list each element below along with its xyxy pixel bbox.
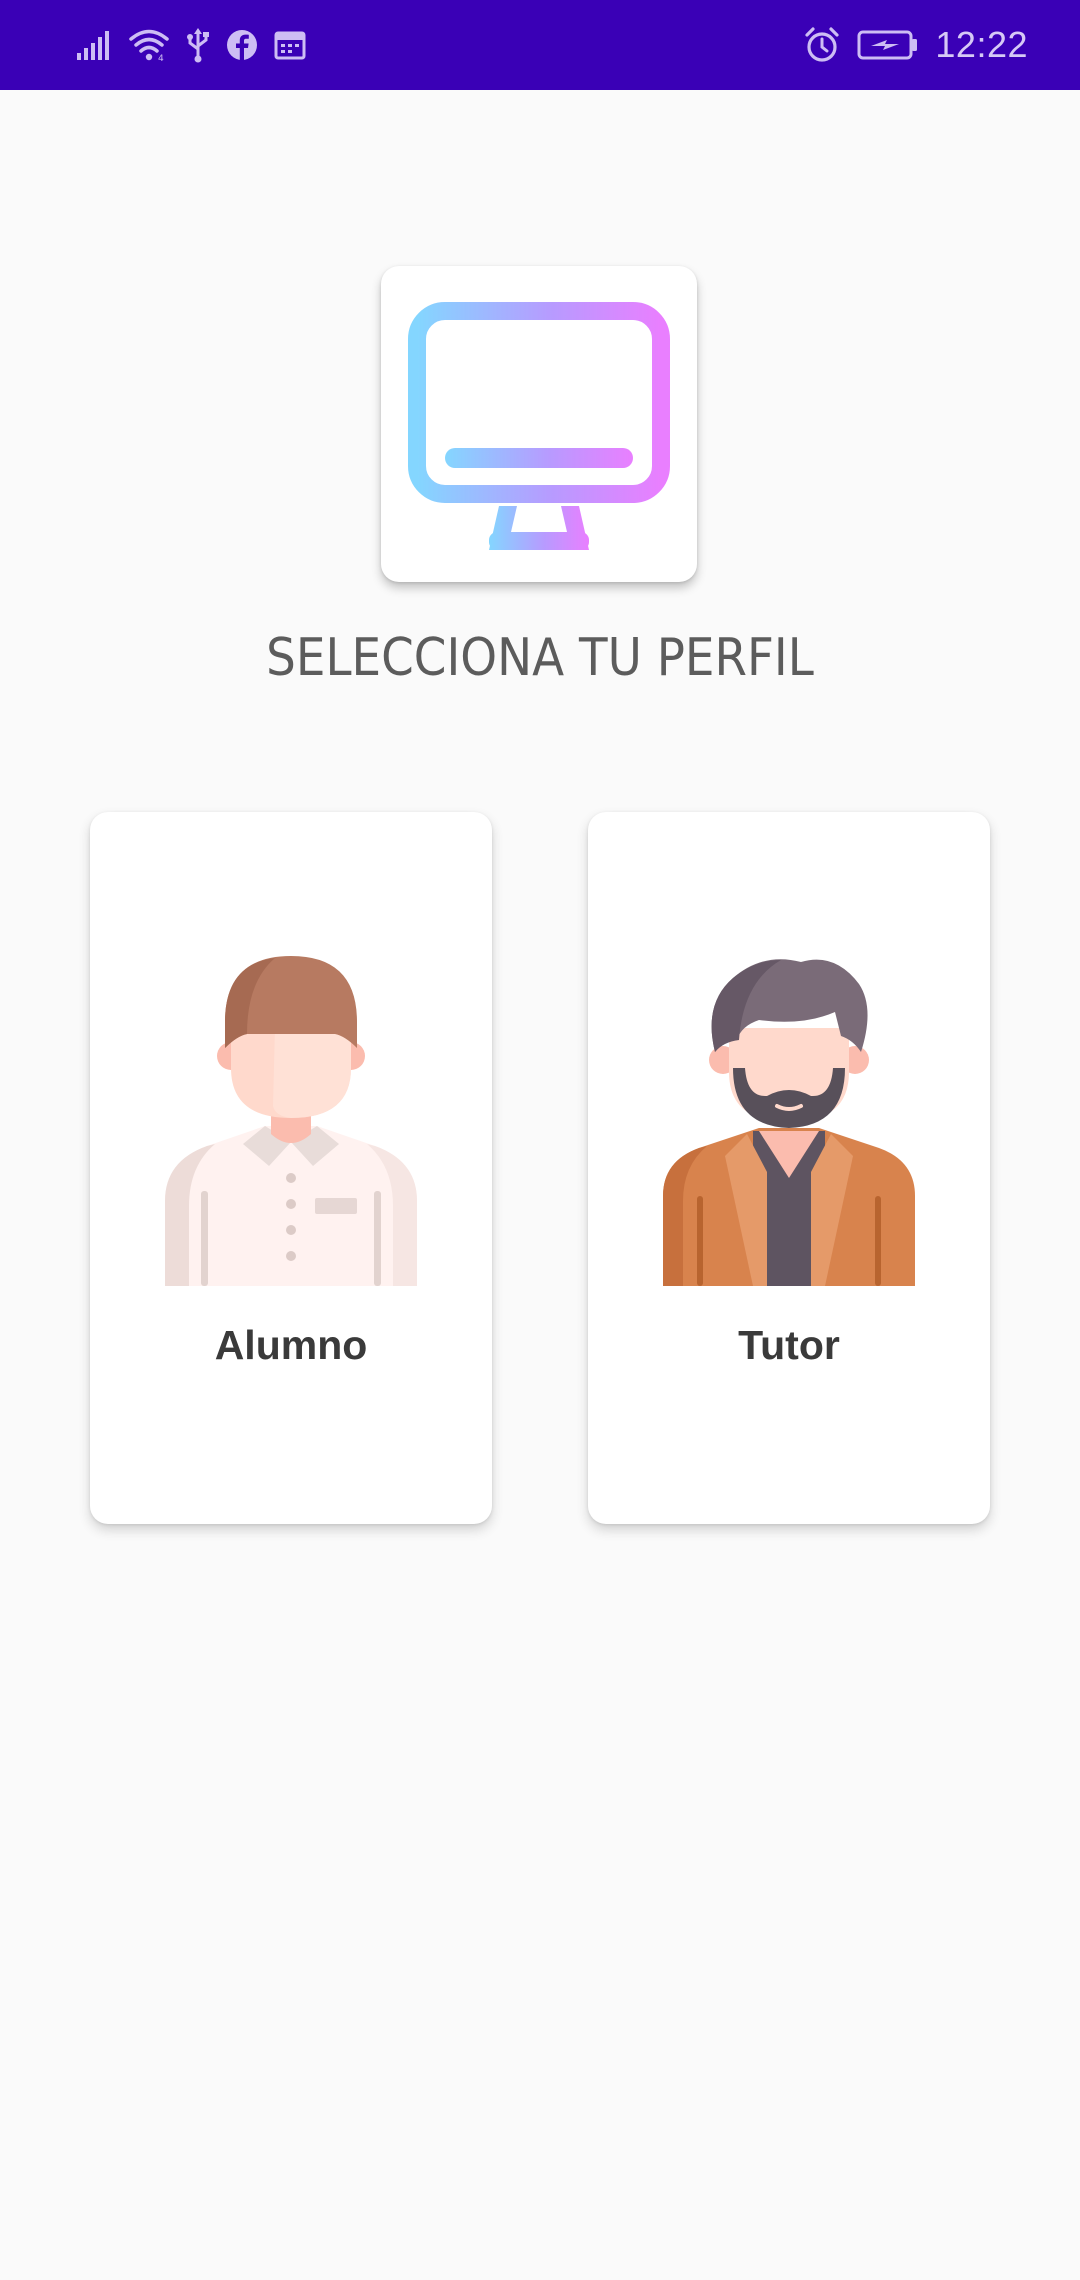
usb-icon <box>186 27 210 63</box>
alarm-icon <box>803 26 841 64</box>
svg-text:4: 4 <box>158 54 164 62</box>
tutor-avatar-icon <box>663 959 915 1286</box>
wifi-icon: 4 <box>128 28 170 62</box>
profile-label-alumno: Alumno <box>214 1322 368 1368</box>
profile-label-tutor: Tutor <box>738 1322 840 1368</box>
student-avatar-icon <box>165 956 417 1286</box>
status-icons-right: 12:22 <box>803 20 1028 70</box>
status-icons-left: 4 <box>76 26 306 64</box>
page-title: SELECCIONA TU PERFIL <box>266 628 814 688</box>
app-logo <box>381 266 697 582</box>
signal-icon <box>76 29 112 61</box>
profile-card-alumno[interactable]: Alumno <box>90 812 492 1524</box>
monitor-icon <box>408 302 670 550</box>
battery-charging-icon <box>857 29 919 61</box>
status-time: 12:22 <box>935 24 1028 65</box>
calendar-icon <box>274 30 306 60</box>
profile-card-tutor[interactable]: Tutor <box>588 812 990 1524</box>
status-bar: 4 12:22 <box>0 0 1080 90</box>
facebook-icon <box>226 29 258 61</box>
